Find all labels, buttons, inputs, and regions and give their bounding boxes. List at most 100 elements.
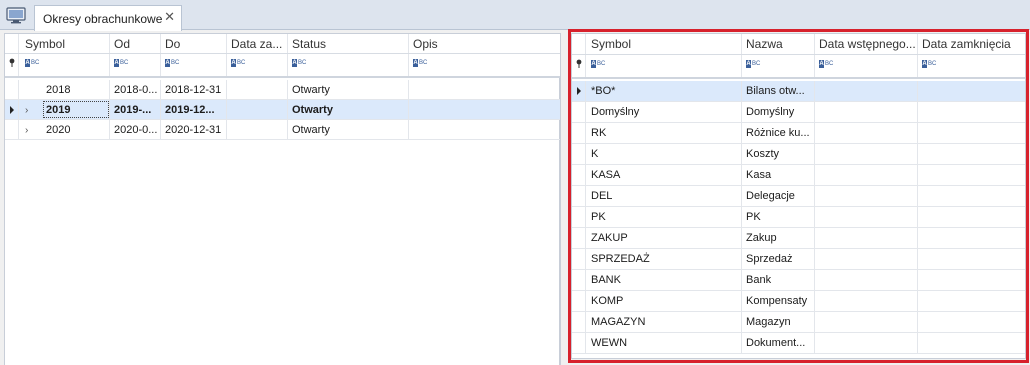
filter-cell-symbol[interactable]: A BC xyxy=(21,54,110,76)
row-indicator xyxy=(572,81,586,101)
table-row[interactable]: RK Różnice ku... xyxy=(572,123,1025,144)
abc-filter-icon: A BC xyxy=(25,59,40,67)
cell-do: 2019-12... xyxy=(161,100,227,119)
panel-splitter[interactable] xyxy=(560,33,570,365)
filter-cell-status[interactable]: A BC xyxy=(288,54,409,76)
column-header-opis[interactable]: Opis xyxy=(409,34,559,53)
table-row[interactable]: PK PK xyxy=(572,207,1025,228)
column-header-data-zamkniecia[interactable]: Data zamknięcia xyxy=(918,34,1025,54)
cell-symbol: 2018 xyxy=(42,80,110,99)
cell-nazwa: Bank xyxy=(742,270,815,290)
monitor-icon[interactable] xyxy=(6,7,26,24)
row-indicator xyxy=(572,207,586,227)
table-row[interactable]: Domyślny Domyślny xyxy=(572,102,1025,123)
cell-symbol: *BO* xyxy=(586,81,742,101)
cell-data-wstepnego xyxy=(815,81,918,101)
column-header-nazwa[interactable]: Nazwa xyxy=(742,34,815,54)
chevron-right-icon[interactable]: › xyxy=(25,105,28,116)
table-row[interactable]: KASA Kasa xyxy=(572,165,1025,186)
cell-data-zamkniecia xyxy=(227,100,288,119)
tab-okresy-obrachunkowe[interactable]: Okresy obrachunkowe ✕ xyxy=(34,5,182,31)
table-row[interactable]: WEWN Dokument... xyxy=(572,333,1025,354)
column-header-symbol[interactable]: Symbol xyxy=(586,34,742,54)
filter-cell-opis[interactable]: A BC xyxy=(409,54,559,76)
cell-opis xyxy=(409,100,559,119)
cell-opis xyxy=(409,120,559,139)
grid-header: Symbol Nazwa Data wstępnego... Data zamk… xyxy=(572,34,1025,55)
row-indicator xyxy=(572,249,586,269)
table-row[interactable]: SPRZEDAŻ Sprzedaż xyxy=(572,249,1025,270)
close-icon[interactable]: ✕ xyxy=(164,10,175,24)
cell-data-wstepnego xyxy=(815,228,918,248)
table-row[interactable]: KOMP Kompensaty xyxy=(572,291,1025,312)
cell-nazwa: Magazyn xyxy=(742,312,815,332)
filter-cell-data-wstepnego[interactable]: A BC xyxy=(815,55,918,77)
filter-row-indicator xyxy=(572,55,586,77)
abc-filter-icon: A BC xyxy=(413,59,428,67)
abc-filter-icon: A BC xyxy=(231,59,246,67)
table-row[interactable]: DEL Delegacje xyxy=(572,186,1025,207)
cell-nazwa: Kasa xyxy=(742,165,815,185)
cell-data-zamkniecia xyxy=(918,333,1025,353)
cell-nazwa: Różnice ku... xyxy=(742,123,815,143)
cell-do: 2018-12-31 xyxy=(161,80,227,99)
cell-status: Otwarty xyxy=(288,120,409,139)
cell-symbol: RK xyxy=(586,123,742,143)
cell-symbol: KOMP xyxy=(586,291,742,311)
abc-filter-icon: A BC xyxy=(922,60,937,68)
chevron-right-icon[interactable]: › xyxy=(25,125,28,136)
cell-od: 2019-... xyxy=(110,100,161,119)
cell-data-wstepnego xyxy=(815,186,918,206)
column-header-data-wstepnego[interactable]: Data wstępnego... xyxy=(815,34,918,54)
cell-od: 2018-0... xyxy=(110,80,161,99)
cell-symbol: DEL xyxy=(586,186,742,206)
cell-opis xyxy=(409,80,559,99)
column-header-do[interactable]: Do xyxy=(161,34,227,53)
table-row-selected[interactable]: › 2019 2019-... 2019-12... Otwarty xyxy=(5,100,561,120)
cell-data-zamkniecia xyxy=(918,270,1025,290)
filter-row-indicator xyxy=(5,54,19,76)
row-indicator xyxy=(572,144,586,164)
filter-cell-nazwa[interactable]: A BC xyxy=(742,55,815,77)
cell-status: Otwarty xyxy=(288,100,409,119)
cell-symbol: K xyxy=(586,144,742,164)
cell-data-zamkniecia xyxy=(918,102,1025,122)
cell-symbol[interactable]: 2019 xyxy=(42,100,110,119)
cell-data-wstepnego xyxy=(815,312,918,332)
filter-cell-symbol[interactable]: A BC xyxy=(586,55,742,77)
cell-data-zamkniecia xyxy=(918,207,1025,227)
cell-data-zamkniecia xyxy=(918,186,1025,206)
filter-cell-data-zamkniecia[interactable]: A BC xyxy=(227,54,288,76)
table-row[interactable]: ZAKUP Zakup xyxy=(572,228,1025,249)
cell-nazwa: Domyślny xyxy=(742,102,815,122)
cell-nazwa: Sprzedaż xyxy=(742,249,815,269)
row-indicator-header xyxy=(5,34,19,53)
table-row[interactable]: K Koszty xyxy=(572,144,1025,165)
filter-cell-od[interactable]: A BC xyxy=(110,54,161,76)
cell-data-wstepnego xyxy=(815,207,918,227)
filter-cell-data-zamkniecia[interactable]: A BC xyxy=(918,55,1025,77)
abc-filter-icon: A BC xyxy=(114,59,129,67)
table-row[interactable]: › 2020 2020-0... 2020-12-31 Otwarty xyxy=(5,120,561,140)
pin-icon xyxy=(576,59,582,68)
row-indicator-header xyxy=(572,34,586,54)
table-row[interactable]: 2018 2018-0... 2018-12-31 Otwarty xyxy=(5,80,561,100)
pin-icon xyxy=(9,58,15,67)
cell-data-wstepnego xyxy=(815,102,918,122)
cell-data-zamkniecia xyxy=(918,165,1025,185)
row-indicator xyxy=(572,123,586,143)
cell-data-wstepnego xyxy=(815,144,918,164)
table-row[interactable]: MAGAZYN Magazyn xyxy=(572,312,1025,333)
row-indicator xyxy=(572,165,586,185)
filter-cell-do[interactable]: A BC xyxy=(161,54,227,76)
abc-filter-icon: A BC xyxy=(591,60,606,68)
tab-strip: Okresy obrachunkowe ✕ xyxy=(0,0,1030,31)
column-header-status[interactable]: Status xyxy=(288,34,409,53)
column-header-symbol[interactable]: Symbol xyxy=(21,34,110,53)
journals-grid: Symbol Nazwa Data wstępnego... Data zamk… xyxy=(571,33,1026,359)
column-header-data-zamkniecia[interactable]: Data za... xyxy=(227,34,288,53)
column-header-od[interactable]: Od xyxy=(110,34,161,53)
table-row[interactable]: BANK Bank xyxy=(572,270,1025,291)
row-indicator xyxy=(572,312,586,332)
table-row-selected[interactable]: *BO* Bilans otw... xyxy=(572,81,1025,102)
